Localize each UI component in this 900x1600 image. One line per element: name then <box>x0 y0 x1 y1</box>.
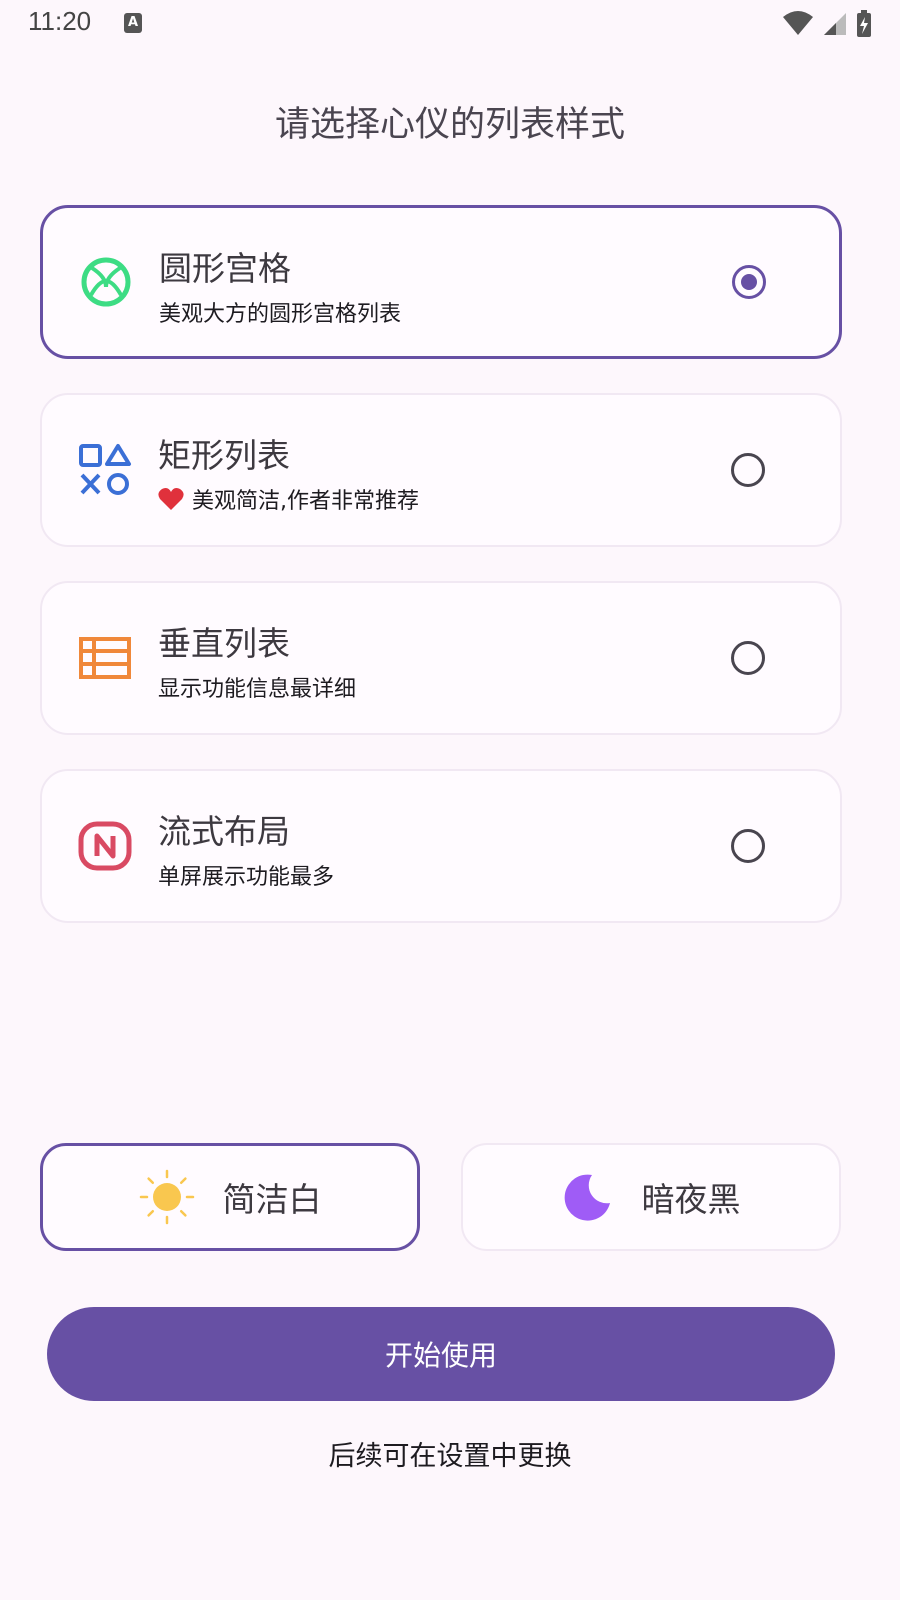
option-title: 圆形宫格 <box>159 249 291 288</box>
option-description: 美观大方的圆形宫格列表 <box>159 296 401 328</box>
status-icons <box>782 10 872 38</box>
option-description: 单屏展示功能最多 <box>158 859 334 891</box>
footer-note: 后续可在设置中更换 <box>328 1441 572 1472</box>
wifi-icon <box>783 11 813 35</box>
heart-icon <box>158 488 184 510</box>
theme-label: 暗夜黑 <box>641 1180 741 1219</box>
status-bar: 11:20 A <box>0 0 900 48</box>
a-icon: A <box>124 13 142 33</box>
option-description: 美观简洁,作者非常推荐 <box>158 483 419 515</box>
signal-icon <box>824 13 846 35</box>
start-button[interactable]: 开始使用 <box>47 1307 835 1401</box>
status-time: 11:20 <box>28 6 92 36</box>
option-title: 矩形列表 <box>158 436 290 475</box>
option-card-vertical-list[interactable]: 垂直列表 显示功能信息最详细 <box>40 581 842 735</box>
battery-charging-icon <box>857 10 871 37</box>
moon-icon <box>564 1174 610 1221</box>
radio-button[interactable] <box>731 829 765 863</box>
sun-icon <box>139 1169 194 1225</box>
playstation-shapes-icon <box>79 444 131 495</box>
radio-button[interactable] <box>731 641 765 675</box>
option-description: 显示功能信息最详细 <box>158 671 356 703</box>
option-title: 垂直列表 <box>158 624 290 663</box>
theme-button-light[interactable]: 简洁白 <box>40 1143 420 1251</box>
option-description-text: 单屏展示功能最多 <box>158 865 335 890</box>
theme-button-dark[interactable]: 暗夜黑 <box>461 1143 841 1251</box>
page-title: 请选择心仪的列表样式 <box>274 105 625 145</box>
xbox-circle-icon <box>81 257 131 307</box>
option-title: 流式布局 <box>158 812 290 851</box>
n-badge-icon <box>78 821 132 871</box>
option-description-text: 美观大方的圆形宫格列表 <box>159 302 402 327</box>
option-description-text: 显示功能信息最详细 <box>158 677 357 702</box>
option-card-circle-grid[interactable]: 圆形宫格 美观大方的圆形宫格列表 <box>40 205 842 359</box>
option-description-text: 美观简洁,作者非常推荐 <box>192 489 419 514</box>
radio-button[interactable] <box>732 265 766 299</box>
theme-label: 简洁白 <box>222 1180 322 1219</box>
radio-button[interactable] <box>731 453 765 487</box>
option-card-flow-layout[interactable]: 流式布局 单屏展示功能最多 <box>40 769 842 923</box>
option-card-rect-list[interactable]: 矩形列表 美观简洁,作者非常推荐 <box>40 393 842 547</box>
table-list-icon <box>79 637 131 679</box>
